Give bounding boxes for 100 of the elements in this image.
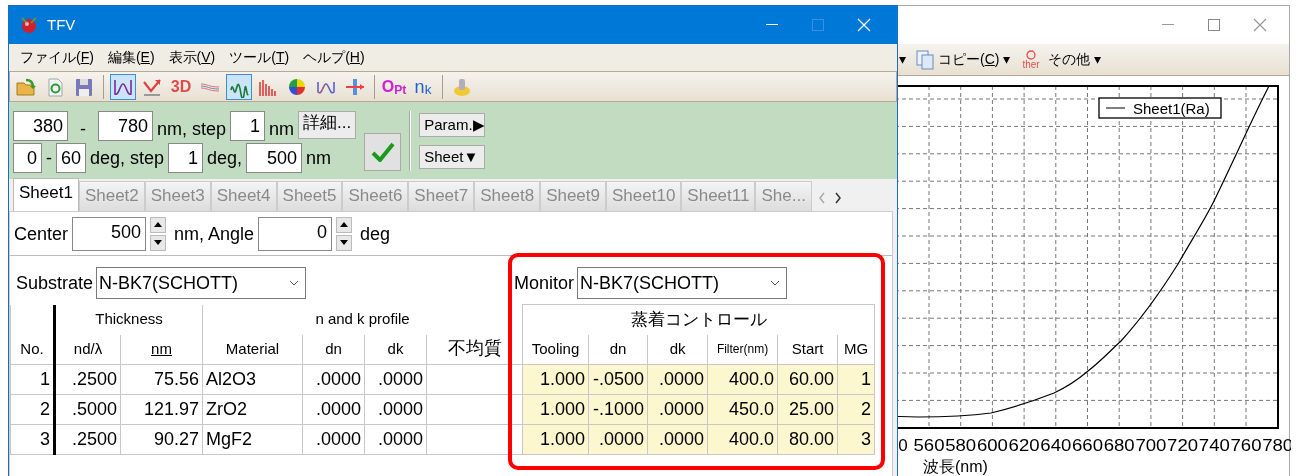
table-cell: 90.27 [120, 424, 203, 455]
table-cell: .0000 [302, 424, 365, 455]
table-cell: 1.000 [522, 394, 589, 425]
group-header: 蒸着コントロール [522, 304, 875, 335]
table-cell: .0000 [364, 394, 427, 425]
sheet-menu-button[interactable]: Sheet▼ [419, 144, 486, 169]
table-cell: .0000 [588, 424, 648, 455]
dash-label: - [46, 146, 52, 170]
column-header: dn [588, 334, 648, 365]
spectrum-icon[interactable] [226, 73, 252, 100]
column-header: Material [202, 334, 303, 365]
maximize-icon[interactable] [1208, 19, 1220, 31]
tick-label: 700 [1135, 436, 1164, 455]
menu-item[interactable]: 編集(E) [100, 47, 162, 68]
chevron-icon[interactable] [289, 280, 300, 286]
table-cell: 3 [10, 424, 55, 455]
tab[interactable]: Sheet1 [13, 178, 79, 211]
table-cell: .2500 [54, 424, 121, 455]
spin-buttons[interactable] [150, 216, 167, 251]
tick-label: 740 [1198, 436, 1228, 455]
legend-label: Sheet1(Ra) [1133, 100, 1210, 117]
unit-label: deg [360, 222, 391, 246]
nk-icon[interactable]: n$_{k}$ [410, 73, 436, 100]
input-field[interactable]: 0 [258, 216, 333, 251]
table-cell: 60.00 [777, 364, 838, 395]
dropdown[interactable]: N-BK7(SCHOTT) [577, 267, 788, 299]
table-cell: 1.000 [522, 364, 589, 395]
table-cell: -.0500 [588, 364, 648, 395]
input-field[interactable]: 0 [13, 142, 42, 173]
close-icon[interactable] [1253, 18, 1267, 32]
table-cell: 2 [10, 394, 55, 425]
unit-label: nm, Angle [174, 222, 255, 246]
dropdown[interactable]: N-BK7(SCHOTT) [96, 267, 307, 299]
detail-button[interactable]: 詳細... [298, 110, 357, 139]
table-cell: -.1000 [588, 394, 648, 425]
tick-label: 0 [898, 436, 908, 455]
tick-label: 620 [1008, 436, 1037, 455]
tick-label: 640 [1040, 436, 1069, 455]
menu-item[interactable]: 表示(V) [161, 47, 223, 68]
monitor-label: Monitor [514, 272, 575, 295]
copy-menu-button[interactable]: コピー(C) [938, 49, 1000, 70]
caret-icon[interactable]: ▾ [1093, 49, 1101, 70]
tick-label: 720 [1167, 436, 1196, 455]
chevron-icon[interactable] [770, 280, 781, 286]
table-cell: .2500 [54, 364, 121, 395]
input-field[interactable]: 1 [168, 142, 204, 173]
table-cell: 400.0 [707, 424, 778, 455]
column-header: Start [777, 334, 838, 365]
menu-item[interactable]: ヘルプ(H) [296, 47, 372, 68]
menu-item[interactable]: ファイル(F) [13, 47, 101, 68]
tick-label: 680 [1103, 436, 1133, 455]
input-field[interactable]: 60 [56, 142, 86, 173]
substrate-label: Substrate [16, 272, 94, 295]
tick-label: 560 [913, 436, 942, 455]
tick-label: 780 [1262, 436, 1291, 455]
minimize-icon[interactable] [766, 24, 778, 26]
wave-chart-icon[interactable] [110, 73, 136, 100]
menu-item[interactable]: ツール(T) [222, 47, 297, 68]
opt-icon[interactable]: O$_{Pt}$ [381, 73, 407, 100]
table-cell: 25.00 [777, 394, 838, 425]
column-header: dk [364, 334, 427, 365]
tick-label: 580 [945, 436, 974, 455]
column-header: nm [120, 334, 203, 365]
checkmark-icon[interactable] [370, 141, 395, 162]
column-header: dk [647, 334, 708, 365]
input-field[interactable]: 780 [98, 110, 153, 141]
window-title: TFV [47, 14, 76, 35]
column-header: Filter(nm) [707, 334, 778, 365]
input-field[interactable]: 500 [72, 216, 147, 251]
unit-label: nm, step [157, 117, 227, 141]
input-field[interactable]: 500 [246, 142, 303, 173]
axis-title: 波長(nm) [923, 458, 988, 475]
other-menu-button[interactable]: その他 [1047, 49, 1090, 70]
column-header: 不均質 [426, 334, 523, 365]
input-field[interactable]: 1 [230, 110, 266, 141]
group-header: Thickness [54, 304, 203, 335]
table-cell: .0000 [364, 364, 427, 395]
column-header: No. [10, 334, 55, 365]
center-label: Center [14, 222, 69, 246]
tick-label: 660 [1072, 436, 1101, 455]
table-cell: .0000 [302, 364, 365, 395]
column-header: dn [302, 334, 365, 365]
spin-buttons[interactable] [336, 216, 353, 251]
dash-label: - [79, 117, 87, 141]
table-cell: .0000 [647, 364, 708, 395]
tick-label: 600 [976, 436, 1006, 455]
param-button[interactable]: Param.▶ [419, 112, 486, 137]
table-cell: MgF2 [202, 424, 303, 455]
unit-label: nm [269, 117, 295, 141]
caret-icon[interactable]: ▾ [899, 49, 906, 70]
group-header: n and k profile [202, 304, 523, 335]
input-field[interactable]: 380 [13, 110, 68, 141]
minimize-icon[interactable] [1162, 24, 1174, 26]
column-header: nd/λ [54, 334, 121, 365]
copy-icon[interactable] [916, 49, 934, 70]
table-cell: .0000 [647, 424, 708, 455]
tick-label: 760 [1230, 436, 1259, 455]
caret-icon[interactable]: ▾ [1003, 49, 1011, 70]
apply-button[interactable] [364, 132, 402, 171]
table-cell: .0000 [302, 394, 365, 425]
